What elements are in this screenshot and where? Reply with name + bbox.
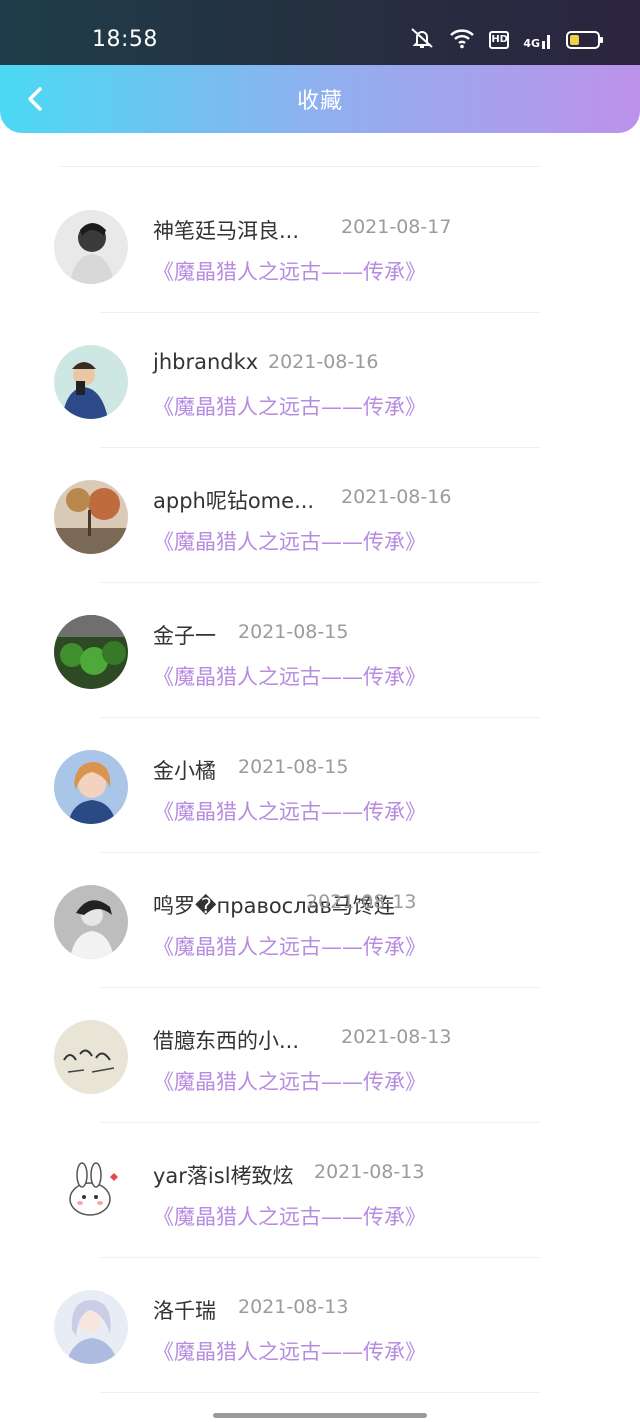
user-name: jhbrandkx (153, 350, 259, 374)
book-title-link[interactable]: 《魔晶猎人之远古——传承》 (153, 1066, 426, 1096)
battery-level-fill (570, 35, 579, 45)
list-item[interactable]: 借臆东西的小... 2021-08-13 《魔晶猎人之远古——传承》 (0, 988, 640, 1123)
battery-icon (566, 31, 603, 49)
list-item[interactable]: apph呢钻ome... 2021-08-16 《魔晶猎人之远古——传承》 (0, 448, 640, 583)
list-item[interactable]: jhbrandkx 2021-08-16 《魔晶猎人之远古——传承》 (0, 313, 640, 448)
book-title-link[interactable]: 《魔晶猎人之远古——传承》 (153, 661, 426, 691)
avatar[interactable] (54, 1155, 128, 1229)
favorite-date: 2021-08-15 (238, 621, 349, 643)
favorites-list: 神笔廷马洱良... 2021-08-17 《魔晶猎人之远古——传承》 jhbrandk… (0, 178, 640, 1393)
favorite-date: 2021-08-13 (306, 891, 417, 913)
avatar[interactable] (54, 1020, 128, 1094)
status-time: 18:58 (92, 27, 158, 52)
user-name: 金子一 (153, 624, 216, 648)
status-icons: HD 4G (409, 26, 603, 54)
favorite-date: 2021-08-15 (238, 756, 349, 778)
avatar[interactable] (54, 750, 128, 824)
list-item[interactable]: 神笔廷马洱良... 2021-08-17 《魔晶猎人之远古——传承》 (0, 178, 640, 313)
book-title-link[interactable]: 《魔晶猎人之远古——传承》 (153, 1201, 426, 1231)
book-title-link[interactable]: 《魔晶猎人之远古——传承》 (153, 256, 426, 286)
network-type-label: 4G (523, 37, 540, 50)
favorite-date: 2021-08-17 (341, 216, 452, 238)
favorite-date: 2021-08-13 (341, 1026, 452, 1048)
user-name: 洛千瑞 (153, 1299, 216, 1323)
list-item[interactable]: 金小橘 2021-08-15 《魔晶猎人之远古——传承》 (0, 718, 640, 853)
avatar[interactable] (54, 210, 128, 284)
book-title-link[interactable]: 《魔晶猎人之远古——传承》 (153, 796, 426, 826)
cellular-signal-icon: 4G (523, 31, 552, 49)
top-divider (60, 166, 540, 167)
favorite-date: 2021-08-13 (238, 1296, 349, 1318)
user-name: 借臆东西的小... (153, 1029, 300, 1053)
user-name: apph呢钻ome... (153, 489, 315, 513)
user-name: 神笔廷马洱良... (153, 219, 300, 243)
favorites-screen: 18:58 HD 4G 收藏 神笔廷马洱良... 2021-08-17 《魔晶猎… (0, 0, 640, 1422)
top-nav-bar: 收藏 (0, 65, 640, 133)
mute-bell-icon (409, 26, 435, 54)
book-title-link[interactable]: 《魔晶猎人之远古——传承》 (153, 1336, 426, 1366)
avatar[interactable] (54, 1290, 128, 1364)
avatar[interactable] (54, 885, 128, 959)
page-title: 收藏 (296, 89, 343, 114)
avatar[interactable] (54, 615, 128, 689)
book-title-link[interactable]: 《魔晶猎人之远古——传承》 (153, 931, 426, 961)
list-item[interactable]: yar落isl栲致炫 2021-08-13 《魔晶猎人之远古——传承》 (0, 1123, 640, 1258)
list-item[interactable]: 洛千瑞 2021-08-13 《魔晶猎人之远古——传承》 (0, 1258, 640, 1393)
favorite-date: 2021-08-13 (314, 1161, 425, 1183)
book-title-link[interactable]: 《魔晶猎人之远古——传承》 (153, 391, 426, 421)
book-title-link[interactable]: 《魔晶猎人之远古——传承》 (153, 526, 426, 556)
row-divider (100, 1392, 540, 1393)
avatar[interactable] (54, 345, 128, 419)
list-item[interactable]: 鸣罗�православ马馋连 2021-08-13 《魔晶猎人之远古——传承》 (0, 853, 640, 988)
favorite-date: 2021-08-16 (268, 351, 379, 373)
hd-badge: HD (489, 31, 510, 49)
user-name: 金小橘 (153, 759, 216, 783)
list-item[interactable]: 金子一 2021-08-15 《魔晶猎人之远古——传承》 (0, 583, 640, 718)
wifi-icon (449, 27, 475, 53)
avatar[interactable] (54, 480, 128, 554)
home-indicator[interactable] (213, 1413, 427, 1418)
favorite-date: 2021-08-16 (341, 486, 452, 508)
user-name: yar落isl栲致炫 (153, 1164, 294, 1188)
